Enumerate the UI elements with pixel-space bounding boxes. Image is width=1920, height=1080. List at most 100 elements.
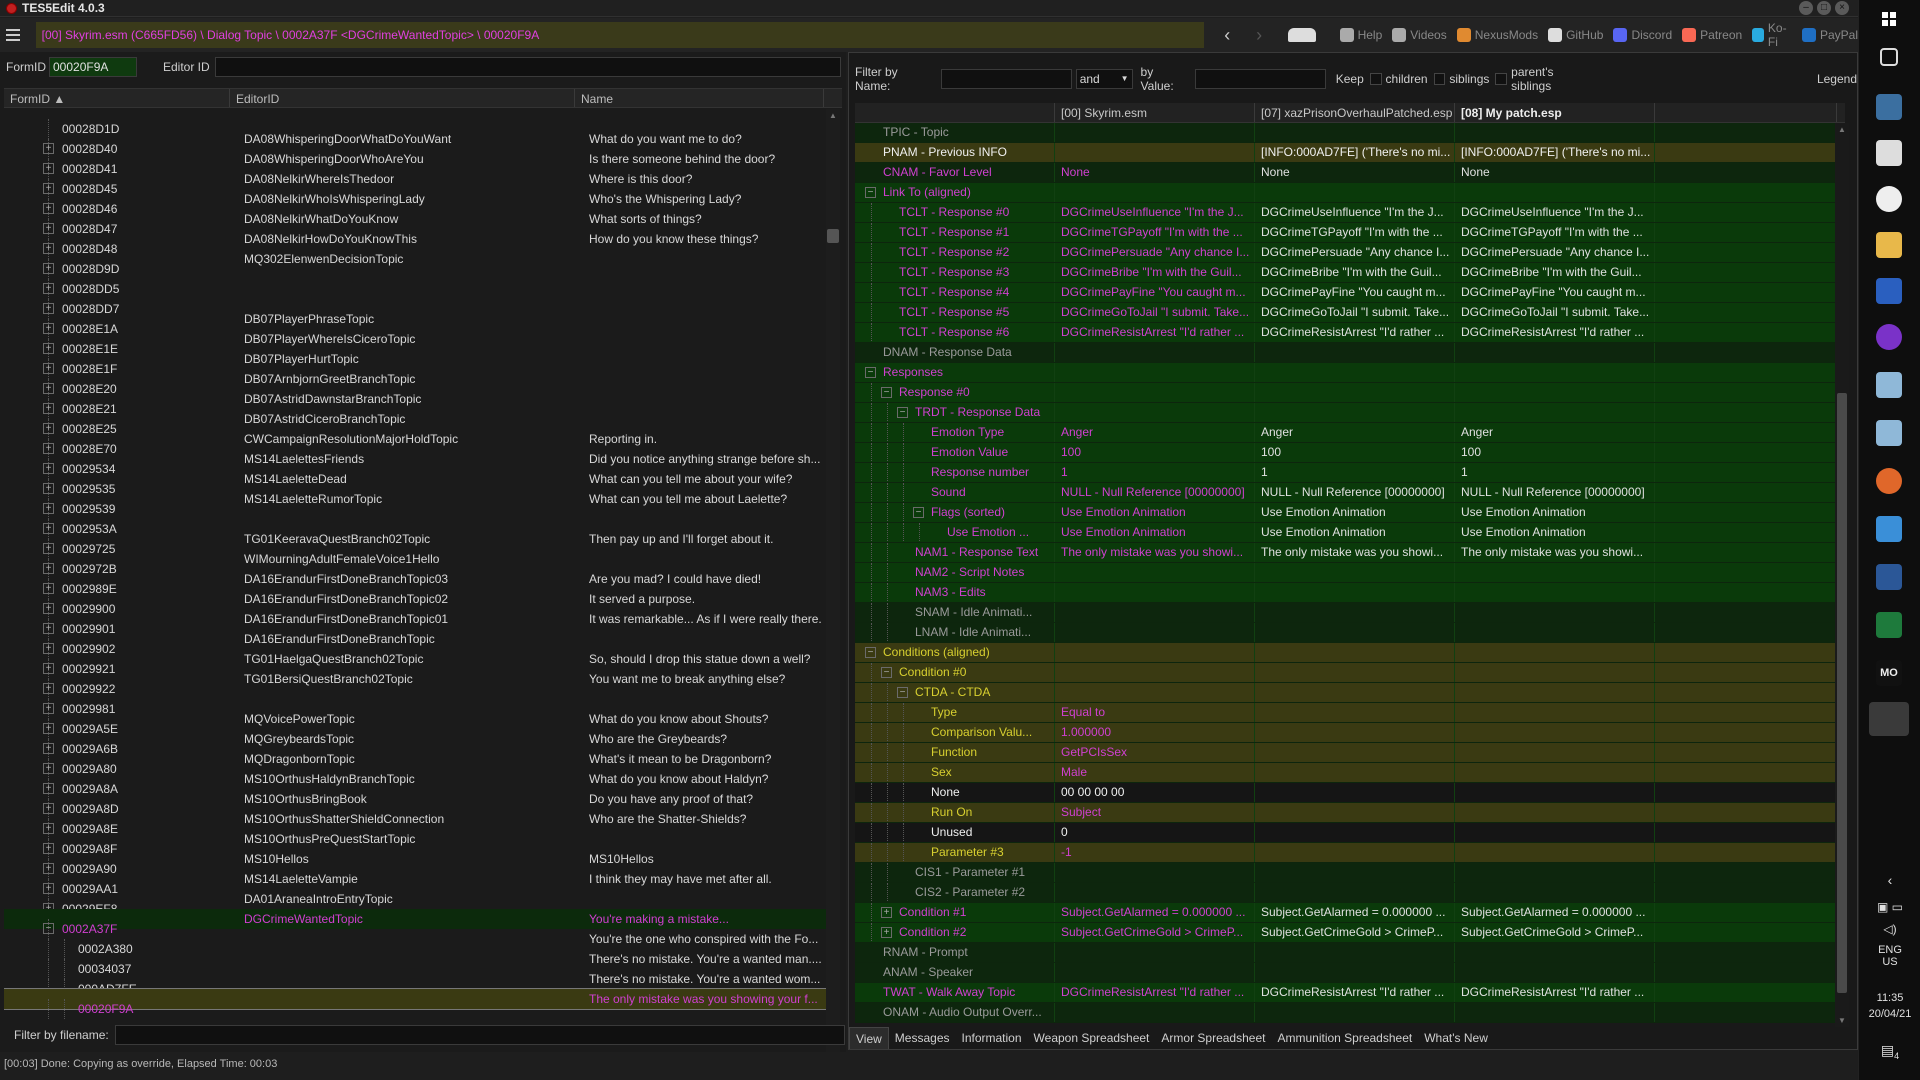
record-field-value[interactable]: [1255, 703, 1455, 722]
tree-row[interactable]: +0002989E DA16ErandurFirstDoneBranchTopic…: [4, 569, 830, 599]
tree-row[interactable]: +00029535 MS14LaeletteDead What can you te…: [4, 469, 830, 499]
tree-row[interactable]: +00029A8E MS10OrthusShatterShieldConnecti…: [4, 809, 830, 839]
record-field-value[interactable]: DGCrimePayFine "You caught m...: [1455, 283, 1655, 302]
record-field-row[interactable]: Type Equal to: [855, 703, 1837, 723]
record-field-value[interactable]: [1455, 663, 1655, 682]
record-field-row[interactable]: TCLT - Response #3 DGCrimeBribe "I'm with…: [855, 263, 1837, 283]
record-field-value[interactable]: Subject: [1055, 803, 1255, 822]
record-field-row[interactable]: TWAT - Walk Away Topic DGCrimeResistArres…: [855, 983, 1837, 1003]
col-editorid[interactable]: EditorID: [230, 89, 575, 107]
tree-row[interactable]: +00029900 DA16ErandurFirstDoneBranchTopic…: [4, 589, 830, 619]
editorid-input[interactable]: [214, 57, 841, 77]
tree-row[interactable]: +00028E21 DB07AstridDawnstarBranchTopic: [4, 389, 830, 419]
record-field-value[interactable]: DGCrimeUseInfluence "I'm the J...: [1055, 203, 1255, 222]
record-field-row[interactable]: NAM3 - Edits: [855, 583, 1837, 603]
tab-information[interactable]: Information: [956, 1027, 1028, 1049]
record-field-value[interactable]: [1255, 743, 1455, 762]
record-field-row[interactable]: Run On Subject: [855, 803, 1837, 823]
tree-row[interactable]: +00028D48 DA08NelkirHowDoYouKnowThis How d…: [4, 229, 830, 259]
record-field-value[interactable]: [1255, 883, 1455, 902]
filename-filter-input[interactable]: [114, 1025, 845, 1045]
record-field-value[interactable]: DGCrimeResistArrest "I'd rather ...: [1255, 323, 1455, 342]
record-field-value[interactable]: DGCrimeGoToJail "I submit. Take...: [1455, 303, 1655, 322]
record-field-value[interactable]: [1055, 623, 1255, 642]
volume-icon[interactable]: ◁): [1859, 922, 1920, 936]
record-field-row[interactable]: TPIC - Topic: [855, 123, 1837, 143]
record-field-row[interactable]: ONAM - Audio Output Overr...: [855, 1003, 1837, 1023]
record-field-row[interactable]: Emotion Type Anger Anger Anger: [855, 423, 1837, 443]
task-view-icon[interactable]: [1880, 48, 1898, 66]
record-field-value[interactable]: Use Emotion Animation: [1255, 503, 1455, 522]
record-field-value[interactable]: [1455, 943, 1655, 962]
keep-children-checkbox[interactable]: [1369, 73, 1382, 85]
record-field-value[interactable]: DGCrimeResistArrest "I'd rather ...: [1055, 983, 1255, 1002]
tree-row[interactable]: +00029AA1 MS14LaeletteVampie I think they …: [4, 869, 830, 899]
record-field-value[interactable]: [1455, 963, 1655, 982]
minimize-icon[interactable]: –: [1799, 1, 1813, 15]
keep-siblings-checkbox[interactable]: [1433, 73, 1446, 85]
tree-row[interactable]: +00028D9D MQ302ElenwenDecisionTopic: [4, 249, 830, 279]
col-skyrim-esm[interactable]: [00] Skyrim.esm: [1055, 103, 1255, 122]
tree-row[interactable]: +00029EF8DA01AraneaIntroEntryTopic: [4, 889, 830, 919]
tree-row[interactable]: +00028D47 DA08NelkirWhatDoYouKnow What sor…: [4, 209, 830, 239]
record-field-value[interactable]: -1: [1055, 843, 1255, 862]
record-field-value[interactable]: 1.000000: [1055, 723, 1255, 742]
record-field-value[interactable]: 1: [1455, 463, 1655, 482]
record-field-value[interactable]: 0: [1055, 823, 1255, 842]
record-field-value[interactable]: DGCrimeTGPayoff "I'm with the ...: [1055, 223, 1255, 242]
record-field-value[interactable]: [1055, 403, 1255, 422]
tab-armor-spreadsheet[interactable]: Armor Spreadsheet: [1155, 1027, 1271, 1049]
tree-row[interactable]: +00028D40 DA08WhisperingDoorWhatDoYouWant…: [4, 129, 830, 159]
tree-row[interactable]: +00028DD5: [4, 269, 830, 299]
record-field-row[interactable]: TCLT - Response #4 DGCrimePayFine "You ca…: [855, 283, 1837, 303]
record-field-value[interactable]: [1255, 823, 1455, 842]
record-field-value[interactable]: [1255, 663, 1455, 682]
tree-row[interactable]: +00029921 TG01HaelgaQuestBranch02Topic So,…: [4, 649, 830, 679]
record-field-row[interactable]: − Conditions (aligned): [855, 643, 1837, 663]
tree-row[interactable]: +00028E1E DB07PlayerWhereIsCiceroTopic: [4, 329, 830, 359]
record-field-value[interactable]: The only mistake was you showi...: [1455, 543, 1655, 562]
forward-arrow-icon[interactable]: ›: [1256, 25, 1268, 46]
tree-row[interactable]: 00020F9A The only mistake was you showing…: [4, 988, 830, 1019]
record-field-row[interactable]: Response number 1 1 1: [855, 463, 1837, 483]
record-field-value[interactable]: [1255, 383, 1455, 402]
help-link-kofi[interactable]: Ko-Fi: [1752, 21, 1792, 49]
record-field-row[interactable]: Sex Male: [855, 763, 1837, 783]
record-field-value[interactable]: DGCrimeResistArrest "I'd rather ...: [1455, 983, 1655, 1002]
record-field-value[interactable]: [1055, 183, 1255, 202]
tree-row[interactable]: +00029A5E MQVoicePowerTopic What do you kn…: [4, 709, 830, 739]
tree-row[interactable]: +00029725 TG01KeeravaQuestBranch02Topic Th…: [4, 529, 830, 559]
record-field-value[interactable]: [1055, 883, 1255, 902]
help-link-nexusmods[interactable]: NexusMods: [1456, 28, 1538, 42]
record-field-value[interactable]: DGCrimePersuade "Any chance I...: [1255, 243, 1455, 262]
expand-icon[interactable]: +: [881, 927, 892, 938]
record-field-value[interactable]: [1255, 863, 1455, 882]
tree-row[interactable]: +00029A8D MS10OrthusBringBook Do you have …: [4, 789, 830, 819]
tree-row[interactable]: −0002A37F DGCrimeWantedTopic You're making…: [4, 909, 830, 939]
record-field-row[interactable]: + Condition #2 Subject.GetCrimeGold > Crim…: [855, 923, 1837, 943]
record-field-row[interactable]: NAM1 - Response Text The only mistake was…: [855, 543, 1837, 563]
tab-view[interactable]: View: [849, 1027, 889, 1049]
record-field-row[interactable]: LNAM - Idle Animati...: [855, 623, 1837, 643]
help-link-patreon[interactable]: Patreon: [1682, 28, 1742, 42]
app-icon-4[interactable]: [1876, 372, 1902, 398]
record-field-row[interactable]: − Responses: [855, 363, 1837, 383]
record-field-value[interactable]: [1255, 843, 1455, 862]
clock-time[interactable]: 11:35: [1859, 992, 1920, 1004]
record-field-value[interactable]: [1455, 863, 1655, 882]
tree-row[interactable]: +0002953A: [4, 509, 830, 539]
record-field-value[interactable]: [1455, 343, 1655, 362]
keep-parents-siblings-checkbox[interactable]: [1495, 73, 1508, 85]
hamburger-menu-icon[interactable]: [0, 18, 26, 52]
record-field-value[interactable]: [1055, 363, 1255, 382]
tree-scroll-thumb[interactable]: [827, 229, 839, 243]
record-field-value[interactable]: Subject.GetCrimeGold > CrimeP...: [1055, 923, 1255, 942]
record-field-value[interactable]: 1: [1055, 463, 1255, 482]
record-field-row[interactable]: TCLT - Response #0 DGCrimeUseInfluence "I…: [855, 203, 1837, 223]
and-or-select[interactable]: and ▼: [1075, 69, 1133, 89]
sheet-icon[interactable]: [1876, 612, 1902, 638]
record-field-row[interactable]: Use Emotion ... Use Emotion Animation Use …: [855, 523, 1837, 543]
record-field-value[interactable]: [1055, 683, 1255, 702]
record-field-value[interactable]: Use Emotion Animation: [1055, 523, 1255, 542]
record-field-row[interactable]: − Link To (aligned): [855, 183, 1837, 203]
